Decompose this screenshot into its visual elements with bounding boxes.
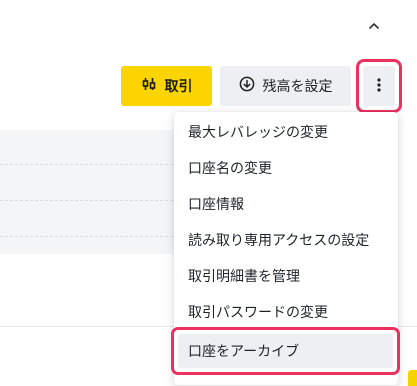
panel-divider	[0, 200, 178, 201]
account-panel	[0, 130, 178, 254]
deposit-button-label: 残高を設定	[262, 79, 333, 95]
menu-item-label: 取引パスワードの変更	[188, 305, 328, 321]
archive-highlight: 口座をアーカイブ	[171, 327, 400, 375]
menu-item-label: 口座名の変更	[188, 161, 272, 177]
menu-item-change-leverage[interactable]: 最大レバレッジの変更	[174, 114, 398, 150]
menu-item-rename-account[interactable]: 口座名の変更	[174, 150, 398, 186]
panel-divider	[0, 236, 178, 237]
vertical-dots-icon	[377, 77, 381, 96]
deposit-button[interactable]: 残高を設定	[220, 66, 351, 106]
menu-item-statements[interactable]: 取引明細書を管理	[174, 258, 398, 294]
trade-button[interactable]: 取引	[121, 66, 212, 106]
menu-item-account-info[interactable]: 口座情報	[174, 186, 398, 222]
menu-item-label: 最大レバレッジの変更	[188, 125, 328, 141]
sliders-icon	[141, 77, 157, 95]
menu-item-label: 口座をアーカイブ	[188, 344, 300, 360]
menu-item-label: 取引明細書を管理	[188, 269, 300, 285]
menu-item-readonly-access[interactable]: 読み取り専用アクセスの設定	[174, 222, 398, 258]
menu-item-label: 口座情報	[188, 197, 244, 213]
trade-button-label: 取引	[164, 79, 193, 95]
menu-item-archive-account[interactable]: 口座をアーカイブ	[178, 334, 393, 368]
chevron-up-icon[interactable]	[367, 18, 381, 32]
download-circle-icon	[239, 76, 255, 96]
more-button-highlight	[356, 59, 402, 113]
menu-item-label: 読み取り専用アクセスの設定	[188, 233, 370, 249]
more-button[interactable]	[363, 66, 395, 106]
panel-divider	[0, 164, 178, 165]
menu-item-change-trading-password[interactable]: 取引パスワードの変更	[174, 294, 398, 330]
corner-accent	[408, 370, 417, 386]
